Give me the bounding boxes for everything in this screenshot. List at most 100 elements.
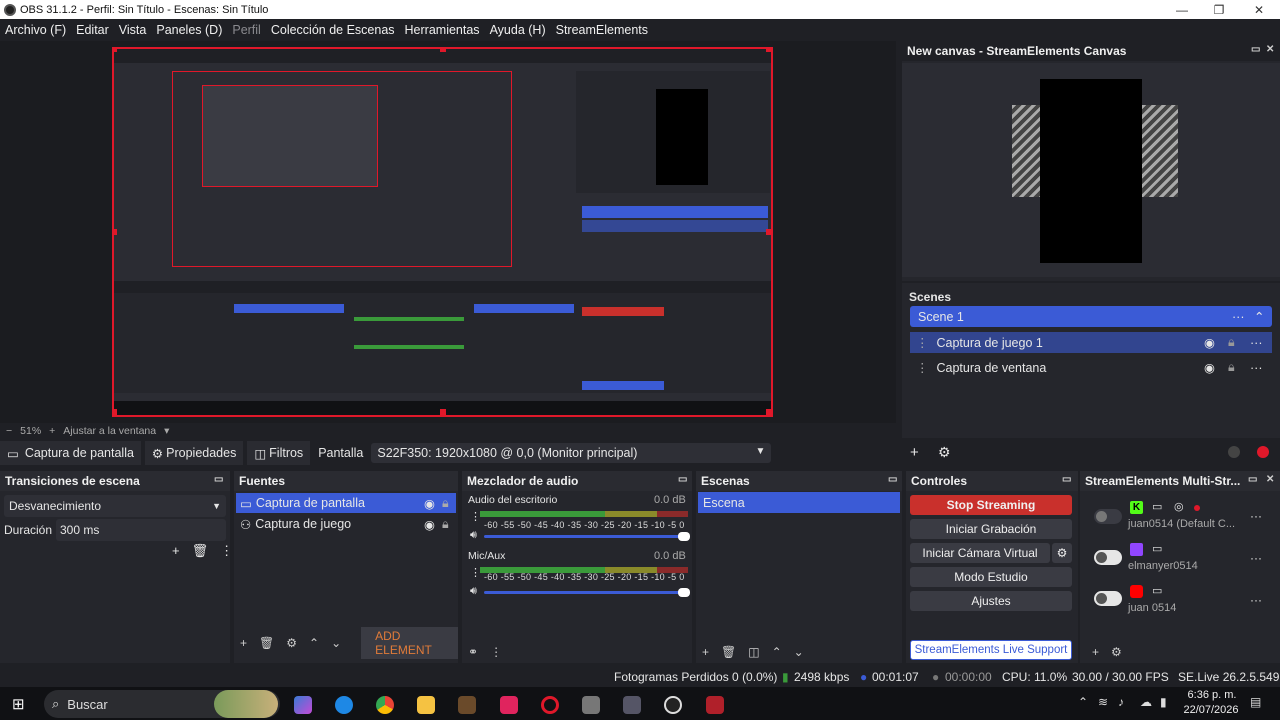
more-icon[interactable]: ⋮ (490, 645, 502, 659)
add-icon[interactable]: + (240, 636, 247, 650)
start-recording-button[interactable]: Iniciar Grabación (910, 519, 1072, 539)
add-icon[interactable]: + (702, 645, 709, 659)
source-item[interactable]: ⚇ Captura de juego ◉ 🔒︎ (236, 514, 456, 534)
menu-perfil[interactable]: Perfil (227, 23, 265, 37)
menu-herramientas[interactable]: Herramientas (400, 23, 485, 37)
trash-icon[interactable]: 🗑︎ (721, 645, 736, 659)
opera-icon[interactable] (541, 696, 559, 714)
close-canvas-icon[interactable]: ✕ (1266, 44, 1274, 55)
volume-icon[interactable]: ♪ (1118, 695, 1124, 709)
eye-icon[interactable]: ◉ (424, 496, 435, 511)
preview-source-capture[interactable] (112, 47, 773, 417)
resize-handle-t[interactable] (440, 49, 446, 52)
undock-icon[interactable]: ▭ (1062, 474, 1071, 485)
studio-mode-button[interactable]: Modo Estudio (910, 567, 1072, 587)
volume-slider-desktop[interactable] (484, 532, 690, 541)
zoom-out-icon[interactable]: − (6, 425, 12, 437)
move-down-icon[interactable]: ⌄ (794, 645, 804, 659)
tray-chevron-icon[interactable]: ⌃ (1078, 695, 1088, 709)
scene-item[interactable]: Escena (698, 492, 900, 513)
resize-handle-r[interactable] (766, 229, 771, 235)
notifications-icon[interactable]: ▤ (1250, 695, 1261, 709)
taskbar-search[interactable]: ⌕ Buscar (44, 690, 280, 718)
account-more-icon[interactable]: ··· (1250, 551, 1262, 565)
volume-slider-mic[interactable] (484, 588, 690, 597)
stop-streaming-button[interactable]: Stop Streaming (910, 495, 1072, 515)
scene-more-icon[interactable]: ··· (1232, 310, 1245, 324)
undock-icon[interactable]: ▭ (1248, 474, 1257, 485)
undock-icon[interactable]: ▭ (1251, 44, 1260, 55)
menu-coleccion-escenas[interactable]: Colección de Escenas (266, 23, 400, 37)
live-support-button[interactable]: StreamElements Live Support (910, 640, 1072, 660)
gear-icon[interactable]: ⚙ (938, 444, 951, 461)
add-element-button[interactable]: ADD ELEMENT (361, 627, 458, 659)
resize-handle-bl[interactable] (114, 409, 117, 415)
wifi-icon[interactable]: ≋ (1098, 695, 1108, 709)
menu-editar[interactable]: Editar (71, 23, 114, 37)
drag-handle-icon[interactable]: ⋮ (916, 360, 929, 375)
resize-handle-tl[interactable] (114, 49, 117, 52)
display-select[interactable]: S22F350: 1920x1080 @ 0,0 (Monitor princi… (371, 443, 772, 463)
source-name-tab[interactable]: ▭ Captura de pantalla (0, 441, 141, 465)
se-source-item[interactable]: ⋮ Captura de juego 1 ◉ 🔒︎ ··· (910, 332, 1272, 353)
file-explorer-icon[interactable] (417, 696, 435, 714)
lock-icon[interactable]: 🔒︎ (1228, 360, 1235, 375)
fit-dropdown-icon[interactable]: ▾ (164, 425, 169, 437)
zoom-in-icon[interactable]: + (49, 425, 55, 437)
account-toggle[interactable] (1094, 591, 1122, 606)
eye-icon[interactable]: ◉ (424, 517, 435, 532)
gear-icon[interactable]: ⚙ (286, 636, 297, 650)
main-preview[interactable] (0, 41, 896, 423)
undock-icon[interactable]: ▭ (888, 474, 897, 485)
taskbar-date[interactable]: 22/07/2026 (1178, 704, 1244, 716)
menu-streamelements[interactable]: StreamElements (551, 23, 653, 37)
move-down-icon[interactable]: ⌄ (331, 636, 341, 650)
edge-icon[interactable] (335, 696, 353, 714)
undock-icon[interactable]: ▭ (214, 474, 223, 485)
battery-icon[interactable]: ▮ (1160, 695, 1167, 709)
account-toggle[interactable] (1094, 550, 1122, 565)
trash-icon[interactable]: 🗑︎ (192, 543, 209, 559)
properties-button[interactable]: ⚙ Propiedades (144, 441, 244, 465)
link-icon[interactable]: ⚭ (468, 645, 478, 659)
menu-vista[interactable]: Vista (114, 23, 152, 37)
virtual-camera-button[interactable]: Iniciar Cámara Virtual (910, 543, 1050, 563)
app-icon[interactable] (623, 696, 641, 714)
copilot-icon[interactable] (294, 696, 312, 714)
app-icon[interactable] (582, 696, 600, 714)
resize-handle-b[interactable] (440, 409, 446, 415)
account-more-icon[interactable]: ··· (1250, 509, 1262, 523)
resize-handle-tr[interactable] (766, 49, 771, 52)
eye-icon[interactable]: ◉ (1204, 360, 1215, 375)
add-icon[interactable]: + (1092, 645, 1099, 659)
menu-paneles[interactable]: Paneles (D) (151, 23, 227, 37)
taskbar-time[interactable]: 6:36 p. m. (1182, 689, 1242, 701)
menu-ayuda[interactable]: Ayuda (H) (485, 23, 551, 37)
source-item[interactable]: ▭ Captura de pantalla ◉ 🔒︎ (236, 493, 456, 513)
lock-icon[interactable]: 🔒︎ (1228, 335, 1235, 350)
move-up-icon[interactable]: ⌃ (309, 636, 319, 650)
se-source-item[interactable]: ⋮ Captura de ventana ◉ 🔒︎ ··· (910, 357, 1272, 378)
drag-handle-icon[interactable]: ⋮ (916, 335, 929, 350)
move-up-icon[interactable]: ⌃ (772, 645, 782, 659)
add-icon[interactable]: + (172, 543, 180, 559)
game-icon[interactable] (458, 696, 476, 714)
gear-icon[interactable]: ⚙ (1052, 543, 1072, 563)
speaker-icon[interactable]: 🔊︎ (470, 529, 477, 542)
eye-icon[interactable]: ◉ (1204, 335, 1215, 350)
fit-window-label[interactable]: Ajustar a la ventana (63, 425, 156, 437)
gear-icon[interactable]: ⚙ (1111, 645, 1122, 659)
tiktok-icon[interactable] (500, 696, 518, 714)
filters-button[interactable]: ◫ Filtros (247, 441, 311, 465)
source-more-icon[interactable]: ··· (1250, 361, 1263, 375)
app-icon[interactable] (706, 696, 724, 714)
close-icon[interactable]: ✕ (1266, 474, 1274, 485)
chrome-icon[interactable] (376, 696, 394, 714)
resize-handle-l[interactable] (114, 229, 117, 235)
lock-icon[interactable]: 🔒︎ (442, 496, 449, 511)
lock-icon[interactable]: 🔒︎ (442, 517, 449, 532)
add-icon[interactable]: + (910, 444, 919, 461)
speaker-icon[interactable]: 🔊︎ (470, 585, 477, 598)
menu-archivo[interactable]: Archivo (F) (0, 23, 71, 37)
source-more-icon[interactable]: ··· (1250, 336, 1263, 350)
